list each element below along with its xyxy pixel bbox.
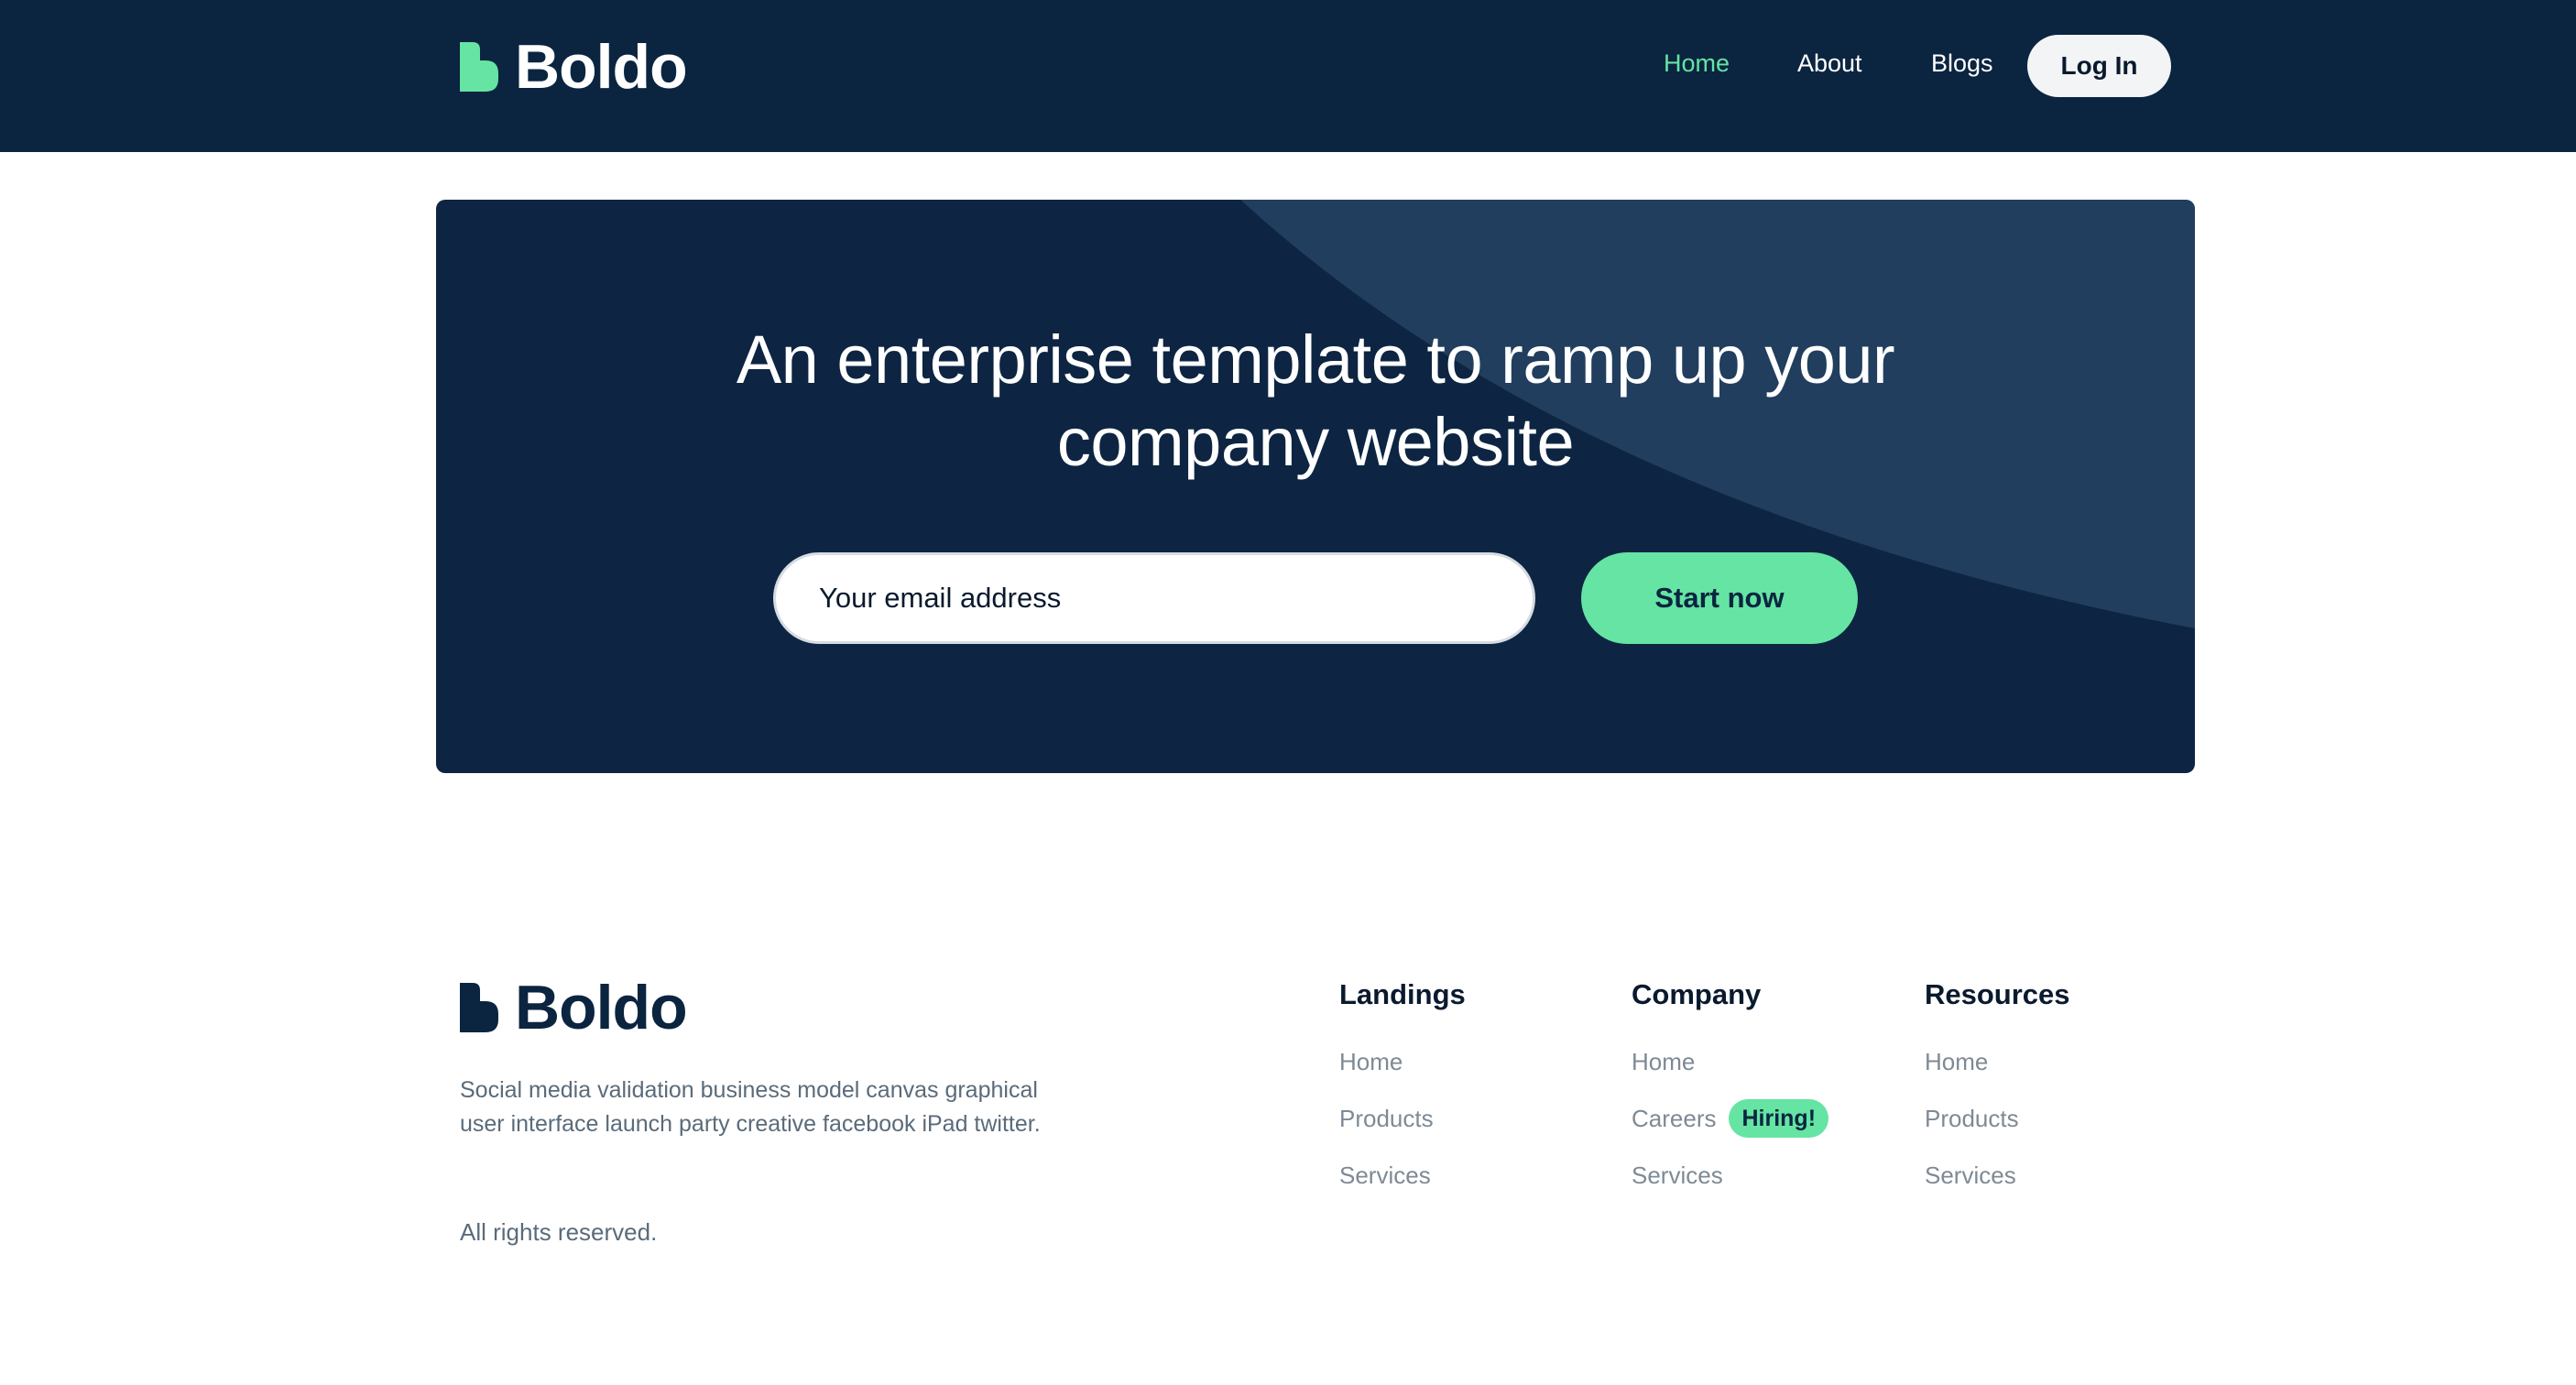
hero-banner: An enterprise template to ramp up your c… bbox=[436, 200, 2195, 773]
footer-link-item: Careers Hiring! bbox=[1632, 1090, 1829, 1147]
footer-link-item: Services bbox=[1339, 1147, 1466, 1204]
top-navbar: Boldo Home About Blogs Log In bbox=[0, 0, 2576, 152]
footer-link-home[interactable]: Home bbox=[1632, 1048, 1695, 1076]
nav-link-blogs[interactable]: Blogs bbox=[1931, 48, 1993, 79]
hero-decorative-shape bbox=[1240, 200, 2195, 628]
footer-description-line-2: user interface launch party creative fac… bbox=[460, 1111, 1041, 1137]
nav-link-home[interactable]: Home bbox=[1664, 48, 1730, 79]
footer-link-careers[interactable]: Careers bbox=[1632, 1105, 1716, 1133]
footer-column-title: Landings bbox=[1339, 978, 1466, 1010]
footer-link-item: Products bbox=[1925, 1090, 2070, 1147]
footer-column-title: Company bbox=[1632, 978, 1762, 1010]
footer-column-title: Resources bbox=[1925, 978, 2070, 1010]
login-button[interactable]: Log In bbox=[2027, 35, 2171, 97]
footer-link-item: Home bbox=[1925, 1033, 2070, 1090]
hero-title-line-2: company website bbox=[1056, 404, 1575, 480]
header-logo-text: Boldo bbox=[515, 32, 688, 102]
start-now-button[interactable]: Start now bbox=[1581, 552, 1858, 644]
footer-column-resources: Resources Home Products Services bbox=[1925, 978, 2070, 1204]
hiring-badge: Hiring! bbox=[1729, 1099, 1829, 1138]
header-logo[interactable]: Boldo bbox=[460, 32, 688, 102]
footer-description-line-1: Social media validation business model c… bbox=[460, 1077, 1038, 1103]
footer-link-item: Services bbox=[1632, 1147, 1828, 1204]
footer-column-company: Company Home Careers Hiring! Services bbox=[1632, 978, 1829, 1204]
footer-link-item: Home bbox=[1339, 1033, 1466, 1090]
footer-description: Social media validation business model c… bbox=[460, 1074, 1119, 1141]
footer-link-products[interactable]: Products bbox=[1925, 1105, 2019, 1133]
footer-link-services[interactable]: Services bbox=[1925, 1161, 2016, 1190]
footer-link-item: Services bbox=[1925, 1147, 2070, 1204]
hero-title-line-1: An enterprise template to ramp up your bbox=[736, 322, 1895, 398]
footer-logo[interactable]: Boldo bbox=[460, 976, 688, 1039]
footer-link-item: Home bbox=[1632, 1033, 1828, 1090]
footer-link-services[interactable]: Services bbox=[1339, 1161, 1431, 1190]
footer-link-home[interactable]: Home bbox=[1339, 1048, 1403, 1076]
footer-link-home[interactable]: Home bbox=[1925, 1048, 1988, 1076]
footer-link-list: Home Careers Hiring! Services bbox=[1632, 1033, 1829, 1204]
nav-link-about[interactable]: About bbox=[1797, 48, 1862, 79]
boldo-logo-icon bbox=[460, 42, 498, 92]
boldo-logo-icon bbox=[460, 983, 498, 1032]
footer-link-item: Products bbox=[1339, 1090, 1466, 1147]
email-input[interactable] bbox=[773, 552, 1535, 644]
footer-logo-text: Boldo bbox=[515, 973, 688, 1042]
footer-copyright: All rights reserved. bbox=[460, 1218, 658, 1246]
hero-title: An enterprise template to ramp up your c… bbox=[436, 319, 2195, 484]
footer-column-landings: Landings Home Products Services bbox=[1339, 978, 1466, 1204]
footer-link-services[interactable]: Services bbox=[1632, 1161, 1723, 1190]
footer-link-list: Home Products Services bbox=[1339, 1033, 1466, 1204]
footer-link-list: Home Products Services bbox=[1925, 1033, 2070, 1204]
footer-link-products[interactable]: Products bbox=[1339, 1105, 1434, 1133]
